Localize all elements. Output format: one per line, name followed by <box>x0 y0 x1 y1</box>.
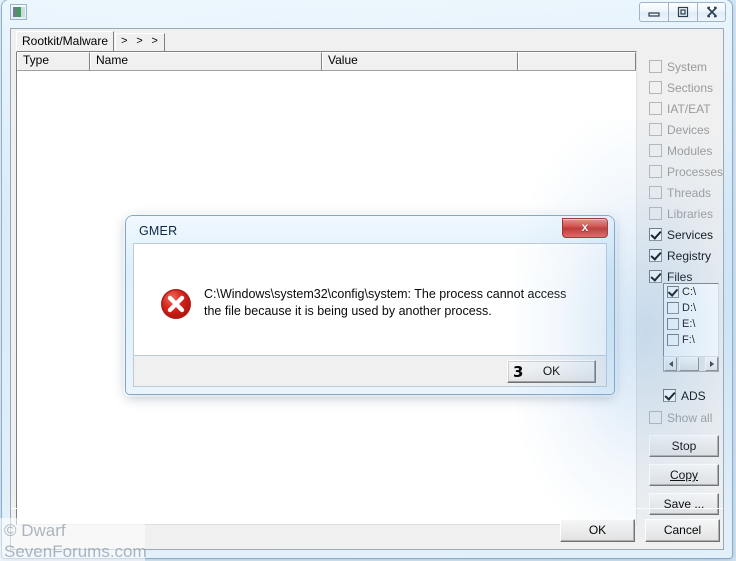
option-label: Sections <box>667 80 714 95</box>
column-header-value[interactable]: Value <box>322 52 518 70</box>
ok-button[interactable]: OK <box>560 519 635 542</box>
option-services[interactable]: Services <box>649 224 713 245</box>
option-threads[interactable]: Threads <box>649 182 711 203</box>
stop-button[interactable]: Stop <box>649 435 719 457</box>
checkbox-iat-eat[interactable] <box>649 102 662 115</box>
drive-item-d[interactable]: D:\ <box>664 300 718 316</box>
checkbox-drive-c[interactable] <box>667 286 679 298</box>
checkbox-sections[interactable] <box>649 81 662 94</box>
button-label: OK <box>588 523 607 537</box>
option-system[interactable]: System <box>649 56 707 77</box>
tab-label: Rootkit/Malware <box>22 34 109 48</box>
tab-rootkit-malware[interactable]: Rootkit/Malware <box>16 31 115 52</box>
dialog-title: GMER <box>139 224 178 238</box>
checkbox-libraries[interactable] <box>649 207 662 220</box>
option-label: Services <box>667 227 714 242</box>
option-processes[interactable]: Processes <box>649 161 723 182</box>
checkbox-drive-e[interactable] <box>667 318 679 330</box>
drive-item-f[interactable]: F:\ <box>664 332 718 348</box>
option-label: Devices <box>667 122 710 137</box>
dialog-close-button[interactable]: x <box>562 218 608 238</box>
scroll-right-arrow-icon[interactable] <box>705 357 718 371</box>
checkbox-services[interactable] <box>649 228 662 241</box>
checkbox-show-all[interactable] <box>649 411 662 424</box>
checkbox-modules[interactable] <box>649 144 662 157</box>
checkbox-processes[interactable] <box>649 165 662 178</box>
maximize-button[interactable] <box>668 2 697 22</box>
checkbox-drive-d[interactable] <box>667 302 679 314</box>
checkbox-system[interactable] <box>649 60 662 73</box>
button-label: Stop <box>671 439 697 453</box>
option-show-all[interactable]: Show all <box>649 407 712 428</box>
option-iat-eat[interactable]: IAT/EAT <box>649 98 711 119</box>
option-libraries[interactable]: Libraries <box>649 203 713 224</box>
button-label: Copy <box>669 468 698 482</box>
checkbox-files[interactable] <box>649 270 662 283</box>
option-label: Show all <box>667 410 713 425</box>
scroll-left-arrow-icon[interactable] <box>664 357 677 371</box>
minimize-button[interactable] <box>639 2 668 22</box>
window-titlebar[interactable] <box>2 0 732 27</box>
drive-list[interactable]: C:\ D:\ E:\ F:\ <box>663 283 719 357</box>
option-label: Threads <box>667 185 712 200</box>
dialog-titlebar[interactable] <box>126 216 614 242</box>
tab-more[interactable]: > > > <box>115 33 166 52</box>
gmer-error-dialog: GMER x C:\Windows\system32\config\system… <box>126 216 614 394</box>
option-ads[interactable]: ADS <box>663 385 706 406</box>
desktop-background: Rootkit/Malware > > > Type Name Value Sy… <box>0 0 736 561</box>
column-label: Value <box>328 53 358 67</box>
option-label: ADS <box>681 388 706 403</box>
copy-button[interactable]: Copy <box>649 464 719 486</box>
cancel-button[interactable]: Cancel <box>645 519 720 542</box>
close-button[interactable] <box>697 2 726 22</box>
column-header-name[interactable]: Name <box>90 52 322 70</box>
scan-options-panel: System Sections IAT/EAT Devices Modules <box>641 51 723 525</box>
checkbox-drive-f[interactable] <box>667 334 679 346</box>
drive-list-scrollbar[interactable] <box>663 357 719 372</box>
drive-label: D:\ <box>682 302 697 314</box>
tab-label: > > > <box>121 36 160 48</box>
error-message: C:\Windows\system32\config\system: The p… <box>204 287 567 318</box>
option-label: Files <box>667 269 693 284</box>
column-header-type[interactable]: Type <box>17 52 90 70</box>
drive-item-c[interactable]: C:\ <box>664 284 718 300</box>
scrollbar-thumb[interactable] <box>679 357 699 371</box>
error-icon <box>161 289 191 319</box>
drive-label: C:\ <box>682 286 697 298</box>
window-controls <box>639 2 726 22</box>
dialog-body: C:\Windows\system32\config\system: The p… <box>133 243 607 356</box>
option-label: Processes <box>667 164 724 179</box>
gmer-app-icon <box>10 4 27 20</box>
drive-label: E:\ <box>682 318 696 330</box>
option-label: Libraries <box>667 206 714 221</box>
checkbox-registry[interactable] <box>649 249 662 262</box>
checkbox-threads[interactable] <box>649 186 662 199</box>
option-label: Registry <box>667 248 712 263</box>
button-label: OK <box>542 364 561 378</box>
dialog-button-bar: OK Cancel <box>11 508 723 549</box>
dialog-ok-button[interactable]: 3 OK <box>507 360 596 383</box>
tab-strip: Rootkit/Malware > > > <box>16 31 636 52</box>
close-icon: x <box>581 220 589 234</box>
option-devices[interactable]: Devices <box>649 119 710 140</box>
scrollbar-track[interactable] <box>677 357 705 371</box>
drive-item-e[interactable]: E:\ <box>664 316 718 332</box>
option-label: IAT/EAT <box>667 101 711 116</box>
option-label: Modules <box>667 143 713 158</box>
step-number-badge: 3 <box>513 363 524 381</box>
option-label: System <box>667 59 708 74</box>
option-sections[interactable]: Sections <box>649 77 713 98</box>
button-label: Cancel <box>663 523 702 537</box>
column-label: Type <box>23 53 50 67</box>
option-registry[interactable]: Registry <box>649 245 711 266</box>
column-label: Name <box>96 53 129 67</box>
column-header-filler <box>518 52 636 70</box>
drive-label: F:\ <box>682 334 695 346</box>
checkbox-ads[interactable] <box>663 389 676 402</box>
option-modules[interactable]: Modules <box>649 140 712 161</box>
checkbox-devices[interactable] <box>649 123 662 136</box>
dialog-footer: 3 OK <box>133 356 607 387</box>
listview-header: Type Name Value <box>17 52 636 71</box>
